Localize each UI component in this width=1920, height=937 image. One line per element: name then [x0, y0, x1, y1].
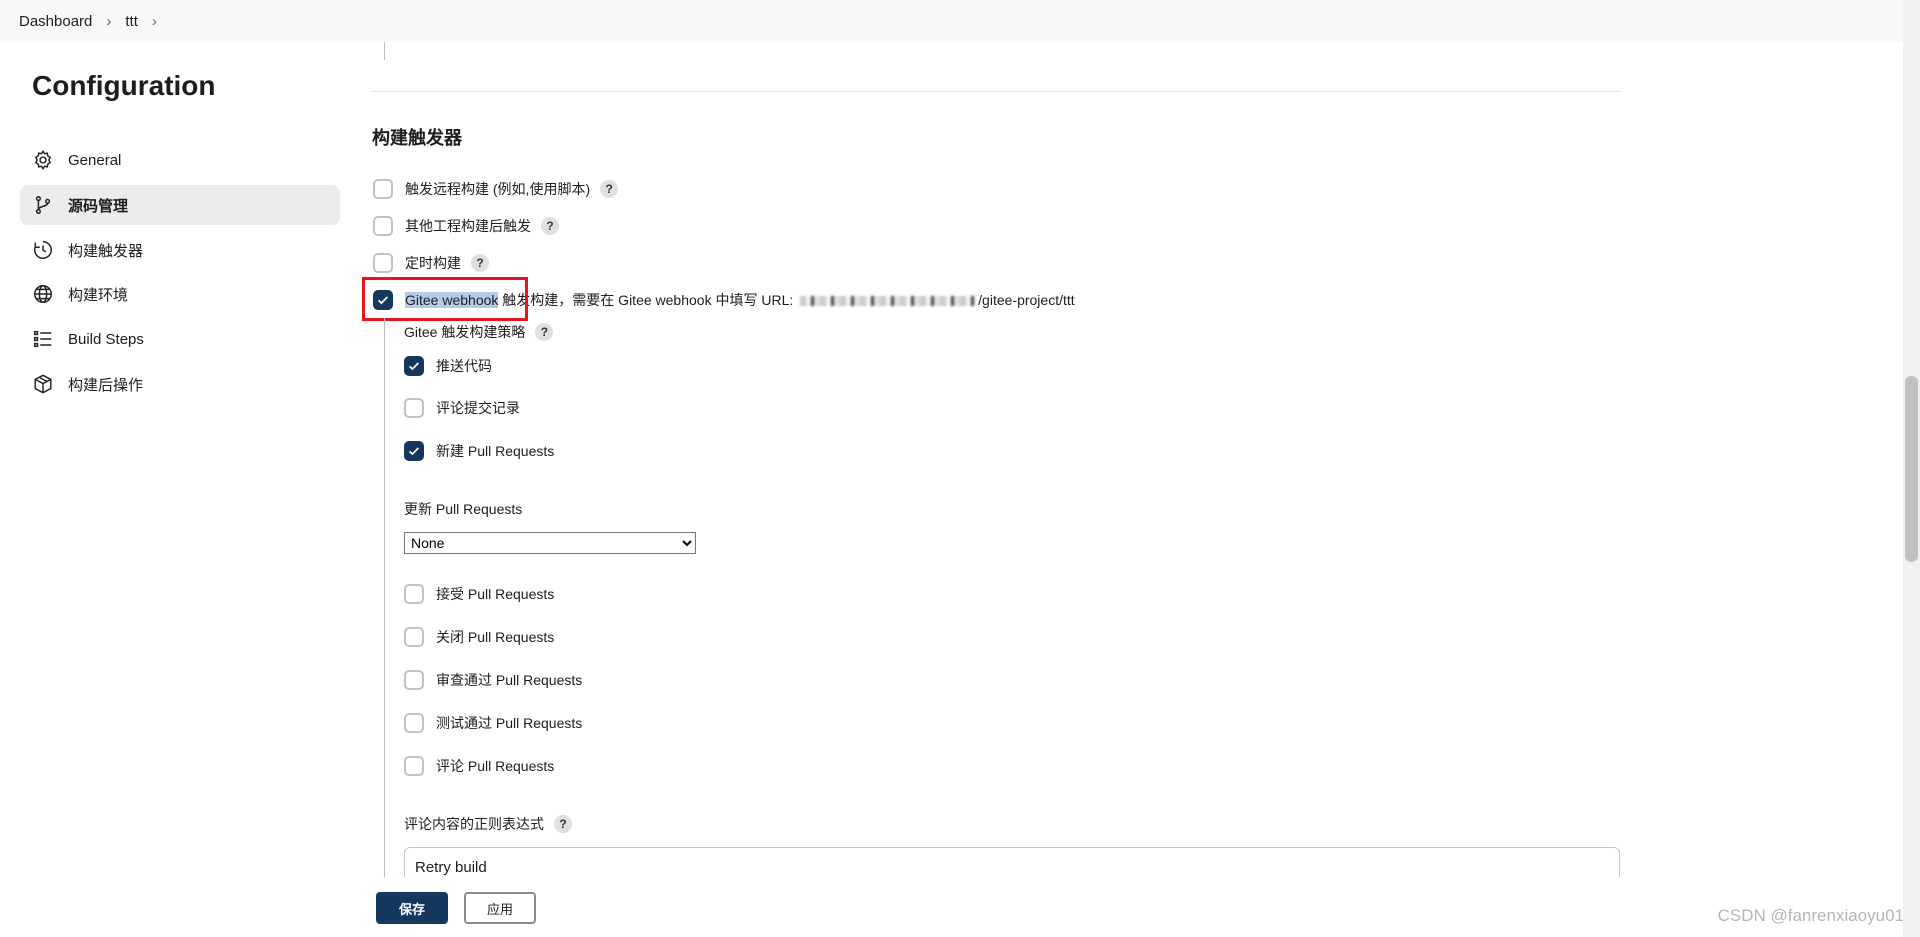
- pr-comment-option: 评论 Pull Requests: [404, 756, 554, 776]
- sidebar-item-label: General: [68, 151, 122, 169]
- list-icon: [32, 328, 54, 350]
- pr-comment-label: 评论 Pull Requests: [436, 758, 555, 774]
- strategy-commit-comment-checkbox[interactable]: [404, 398, 424, 418]
- sidebar-item-post-build[interactable]: 构建后操作: [20, 364, 340, 404]
- trigger-cron-option: 定时构建 ?: [373, 253, 489, 273]
- strategy-push-checkbox[interactable]: [404, 356, 424, 376]
- chevron-right-icon[interactable]: ›: [152, 13, 157, 30]
- sidebar-item-build-steps[interactable]: Build Steps: [20, 319, 340, 359]
- strategy-commit-comment-option: 评论提交记录: [404, 398, 520, 418]
- pr-accept-label: 接受 Pull Requests: [436, 586, 555, 602]
- comment-regex-header: 评论内容的正则表达式 ?: [404, 814, 572, 834]
- pr-test-checkbox[interactable]: [404, 713, 424, 733]
- gitee-strategy-header: Gitee 触发构建策略 ?: [404, 322, 554, 342]
- package-icon: [32, 373, 54, 395]
- pr-close-label: 关闭 Pull Requests: [436, 629, 555, 645]
- trigger-cron-label: 定时构建: [405, 255, 461, 271]
- update-pr-select[interactable]: None: [404, 532, 696, 554]
- breadcrumb-bar: Dashboard › ttt ›: [0, 0, 1920, 42]
- trigger-upstream-label: 其他工程构建后触发: [405, 218, 531, 234]
- sidebar-item-triggers[interactable]: 构建触发器: [20, 230, 340, 270]
- breadcrumb-dashboard[interactable]: Dashboard: [19, 13, 92, 30]
- apply-button[interactable]: 应用: [464, 892, 536, 924]
- pr-close-checkbox[interactable]: [404, 627, 424, 647]
- trigger-remote-checkbox[interactable]: [373, 179, 393, 199]
- pr-test-label: 测试通过 Pull Requests: [436, 715, 583, 731]
- trigger-remote-option: 触发远程构建 (例如,使用脚本) ?: [373, 179, 619, 199]
- gitee-strategy-label: Gitee 触发构建策略: [404, 324, 526, 340]
- help-icon[interactable]: ?: [541, 217, 559, 235]
- strategy-push-option: 推送代码: [404, 356, 492, 376]
- page-title: Configuration: [32, 70, 216, 101]
- sidebar-item-label: 构建环境: [68, 286, 129, 304]
- help-icon[interactable]: ?: [554, 815, 572, 833]
- checkmark-icon: [409, 362, 420, 371]
- sidebar-item-label: 构建触发器: [68, 242, 144, 260]
- sidebar-item-label: 构建后操作: [68, 376, 144, 394]
- strategy-commit-comment-label: 评论提交记录: [436, 400, 520, 416]
- git-branch-icon: [32, 194, 54, 216]
- pr-review-checkbox[interactable]: [404, 670, 424, 690]
- watermark: CSDN @fanrenxiaoyu01: [1717, 906, 1904, 925]
- sidebar-item-label: Build Steps: [68, 330, 144, 348]
- strategy-new-pr-option: 新建 Pull Requests: [404, 441, 554, 461]
- help-icon[interactable]: ?: [535, 323, 554, 341]
- pr-comment-checkbox[interactable]: [404, 756, 424, 776]
- pr-accept-checkbox[interactable]: [404, 584, 424, 604]
- gitee-webhook-desc: 触发构建，需要在 Gitee webhook 中填写 URL:: [498, 292, 798, 308]
- clock-icon: [32, 239, 54, 261]
- redacted-url: [800, 296, 976, 307]
- sidebar-item-scm[interactable]: 源码管理: [20, 185, 340, 225]
- chevron-right-icon: ›: [106, 12, 112, 30]
- annotation-highlight-box: [362, 277, 528, 321]
- section-divider: [372, 91, 1620, 92]
- pr-review-option: 审查通过 Pull Requests: [404, 670, 582, 690]
- strategy-new-pr-label: 新建 Pull Requests: [436, 443, 555, 459]
- trigger-remote-label: 触发远程构建 (例如,使用脚本): [405, 181, 591, 197]
- scrollbar-thumb[interactable]: [1905, 376, 1918, 562]
- gitee-webhook-url-suffix: /gitee-project/ttt: [978, 292, 1075, 308]
- sidebar-item-environment[interactable]: 构建环境: [20, 274, 340, 314]
- pr-close-option: 关闭 Pull Requests: [404, 627, 554, 647]
- section-title-triggers: 构建触发器: [372, 128, 462, 148]
- help-icon[interactable]: ?: [471, 254, 489, 272]
- checkmark-icon: [409, 447, 420, 456]
- strategy-push-label: 推送代码: [436, 358, 492, 374]
- comment-regex-label: 评论内容的正则表达式: [404, 816, 544, 832]
- help-icon[interactable]: ?: [600, 180, 619, 198]
- breadcrumb-job[interactable]: ttt: [125, 13, 138, 30]
- section-indent-line: [384, 42, 385, 60]
- trigger-upstream-option: 其他工程构建后触发 ?: [373, 216, 559, 236]
- sidebar-item-label: 源码管理: [68, 197, 129, 215]
- pr-review-label: 审查通过 Pull Requests: [436, 672, 583, 688]
- trigger-cron-checkbox[interactable]: [373, 253, 393, 273]
- pr-test-option: 测试通过 Pull Requests: [404, 713, 582, 733]
- trigger-upstream-checkbox[interactable]: [373, 216, 393, 236]
- globe-icon: [32, 283, 54, 305]
- gitee-options-indent-line: [384, 318, 385, 877]
- sidebar-item-general[interactable]: General: [20, 140, 340, 180]
- strategy-new-pr-checkbox[interactable]: [404, 441, 424, 461]
- gear-icon: [32, 149, 54, 171]
- update-pr-label: 更新 Pull Requests: [404, 501, 523, 517]
- bottom-action-bar: [360, 877, 1900, 937]
- save-button[interactable]: 保存: [376, 892, 448, 924]
- pr-accept-option: 接受 Pull Requests: [404, 584, 554, 604]
